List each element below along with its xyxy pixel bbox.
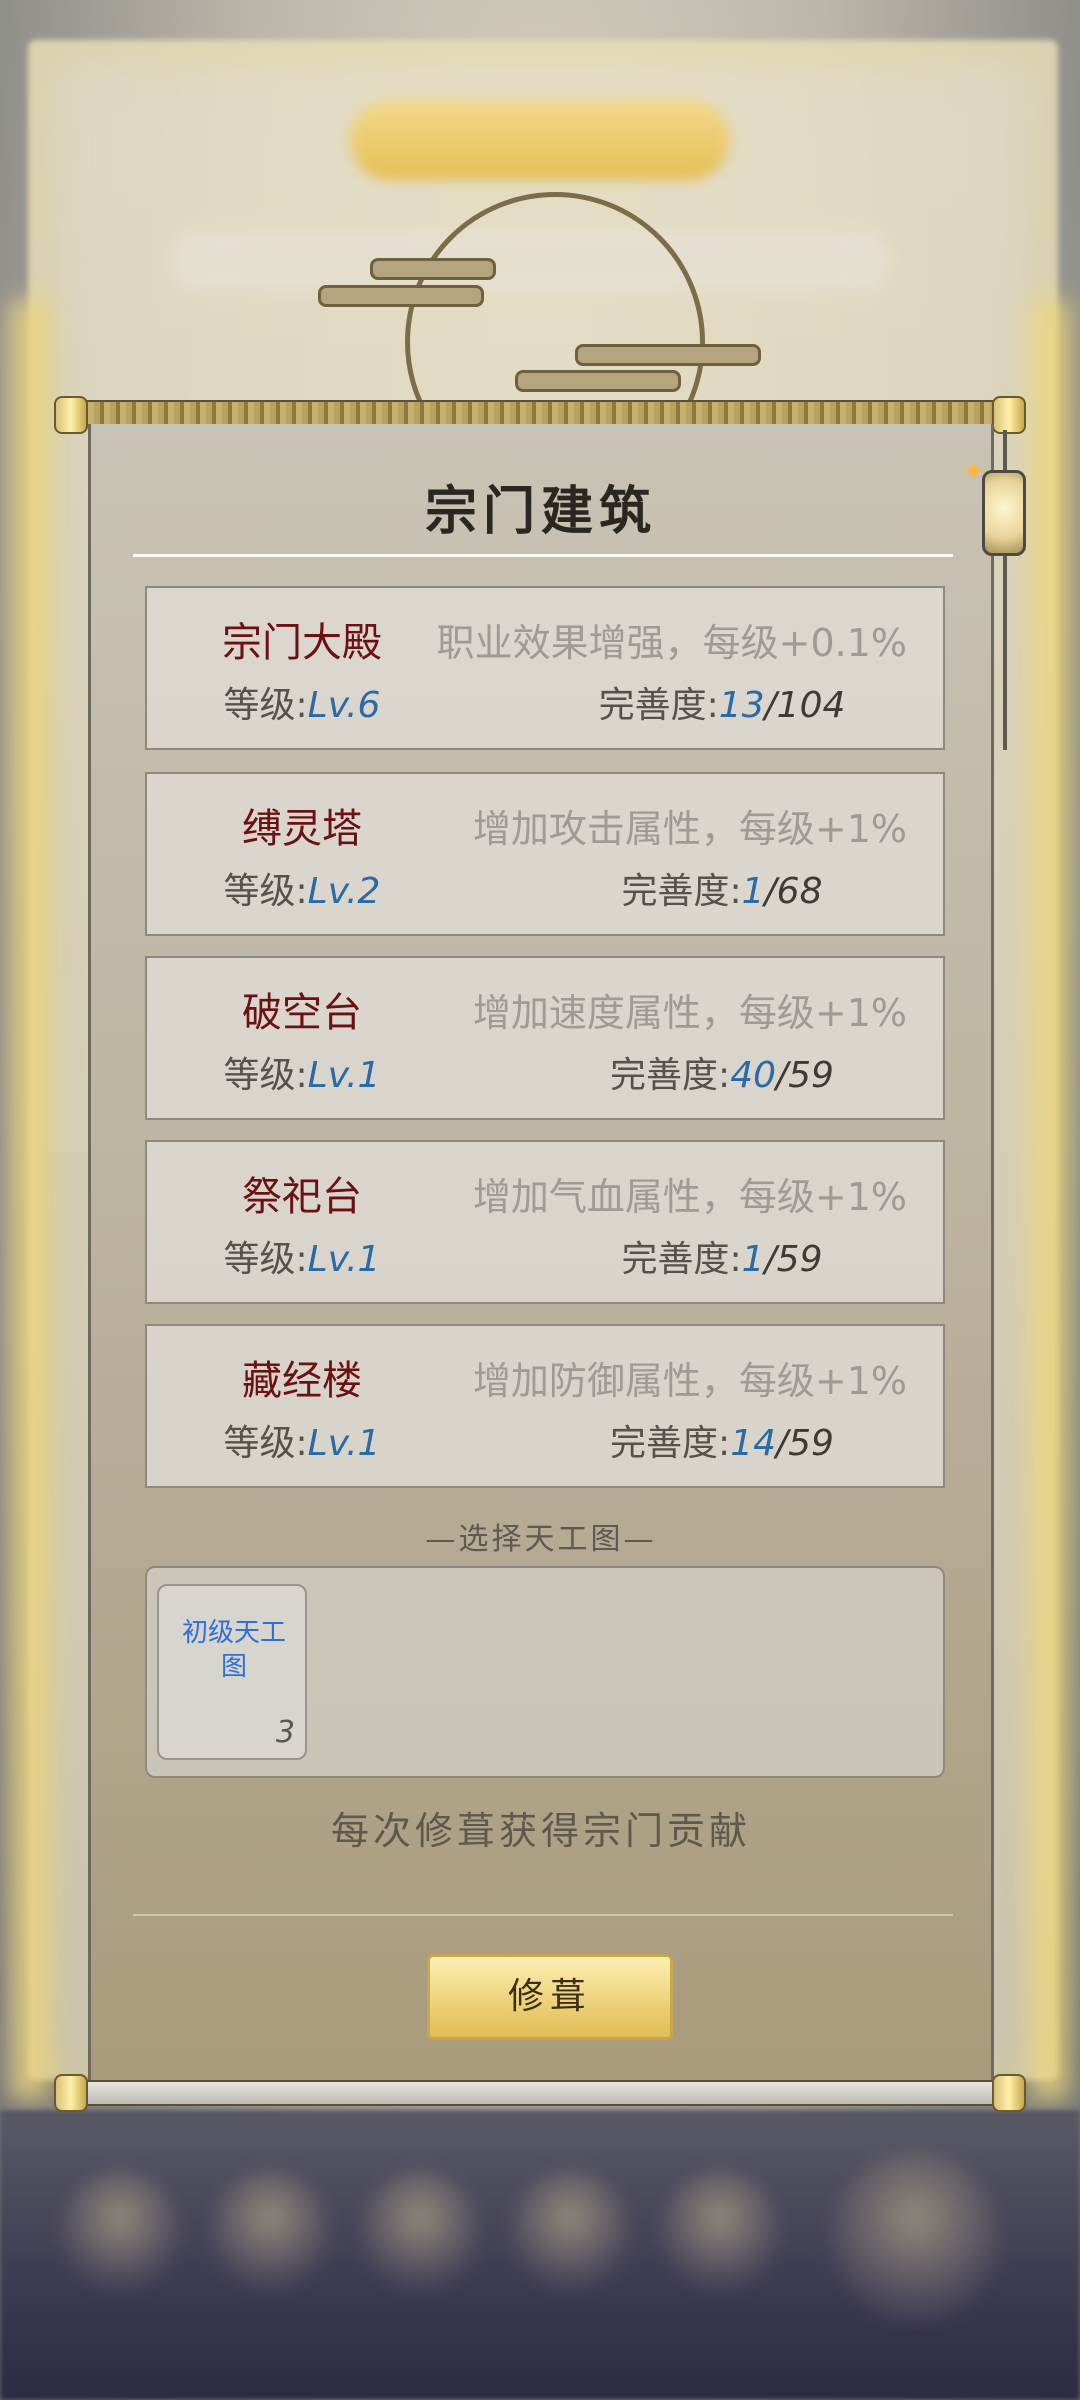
scroll-cap [54,2074,88,2112]
panel-title: 宗门建筑 [424,481,657,542]
building-level: 等级:Lv.1 [223,1055,381,1096]
sect-buildings-panel: 宗门建筑 宗门大殿 职业效果增强，每级+0.1% 等级:Lv.6 完善度:13/… [88,424,994,2104]
background-avatar [830,2150,1000,2320]
building-desc: 增加攻击属性，每级+1% [472,807,907,851]
building-desc: 职业效果增强，每级+0.1% [436,621,907,665]
building-name: 祭祀台 [242,1174,362,1220]
scroll-cap [54,396,88,434]
cloud-decoration [515,370,681,392]
repair-button[interactable]: 修葺 [427,1954,673,2040]
cloud-decoration [575,344,761,366]
repair-note: 每次修葺获得宗门贡献 [330,1809,751,1853]
background-glow-right [1030,300,1070,2100]
building-level: 等级:Lv.6 [223,685,381,726]
cloud-decoration [370,258,496,280]
building-completeness: 完善度:1/59 [621,1239,823,1280]
building-card[interactable]: 缚灵塔 增加攻击属性，每级+1% 等级:Lv.2 完善度:1/68 [145,772,945,936]
scroll-rod-bottom [60,2080,1020,2106]
blueprint-picker: 初级天工图 3 [145,1566,945,1778]
background-avatar [510,2170,630,2290]
building-desc: 增加防御属性，每级+1% [472,1359,907,1403]
building-level: 等级:Lv.1 [223,1423,381,1464]
building-card[interactable]: 破空台 增加速度属性，每级+1% 等级:Lv.1 完善度:40/59 [145,956,945,1120]
spark-icon: ✦ [962,455,986,488]
scroll-cap [992,396,1026,434]
building-name: 破空台 [242,990,362,1036]
background-avatar [360,2170,480,2290]
picker-title: —选择天工图— [425,1522,657,1557]
building-completeness: 完善度:13/104 [598,685,846,726]
background-avatar [210,2170,330,2290]
building-card[interactable]: 祭祀台 增加气血属性，每级+1% 等级:Lv.1 完善度:1/59 [145,1140,945,1304]
background-title-pill [350,100,730,180]
building-completeness: 完善度:40/59 [610,1055,834,1096]
building-name: 藏经楼 [242,1358,362,1404]
building-completeness: 完善度:14/59 [610,1423,834,1464]
building-name: 宗门大殿 [222,620,382,666]
building-level: 等级:Lv.1 [223,1239,381,1280]
background-glow-left [10,300,50,2100]
blueprint-item-name: 初级天工图 [181,1618,286,1682]
scroll-cap [992,2074,1026,2112]
blueprint-item-count: 3 [275,1715,295,1750]
background-avatar [60,2170,180,2290]
lantern-icon [982,470,1026,556]
building-level: 等级:Lv.2 [223,871,381,912]
scroll-rod-top [60,400,1020,426]
building-name: 缚灵塔 [242,806,362,852]
building-completeness: 完善度:1/68 [621,871,823,912]
building-card[interactable]: 宗门大殿 职业效果增强，每级+0.1% 等级:Lv.6 完善度:13/104 [145,586,945,750]
building-desc: 增加气血属性，每级+1% [472,1175,907,1219]
cloud-decoration [318,285,484,307]
bottom-divider [133,1914,953,1916]
title-divider [133,554,953,557]
background-avatar [660,2170,780,2290]
building-desc: 增加速度属性，每级+1% [472,991,907,1035]
blueprint-item-slot[interactable]: 初级天工图 3 [157,1584,307,1760]
building-card[interactable]: 藏经楼 增加防御属性，每级+1% 等级:Lv.1 完善度:14/59 [145,1324,945,1488]
